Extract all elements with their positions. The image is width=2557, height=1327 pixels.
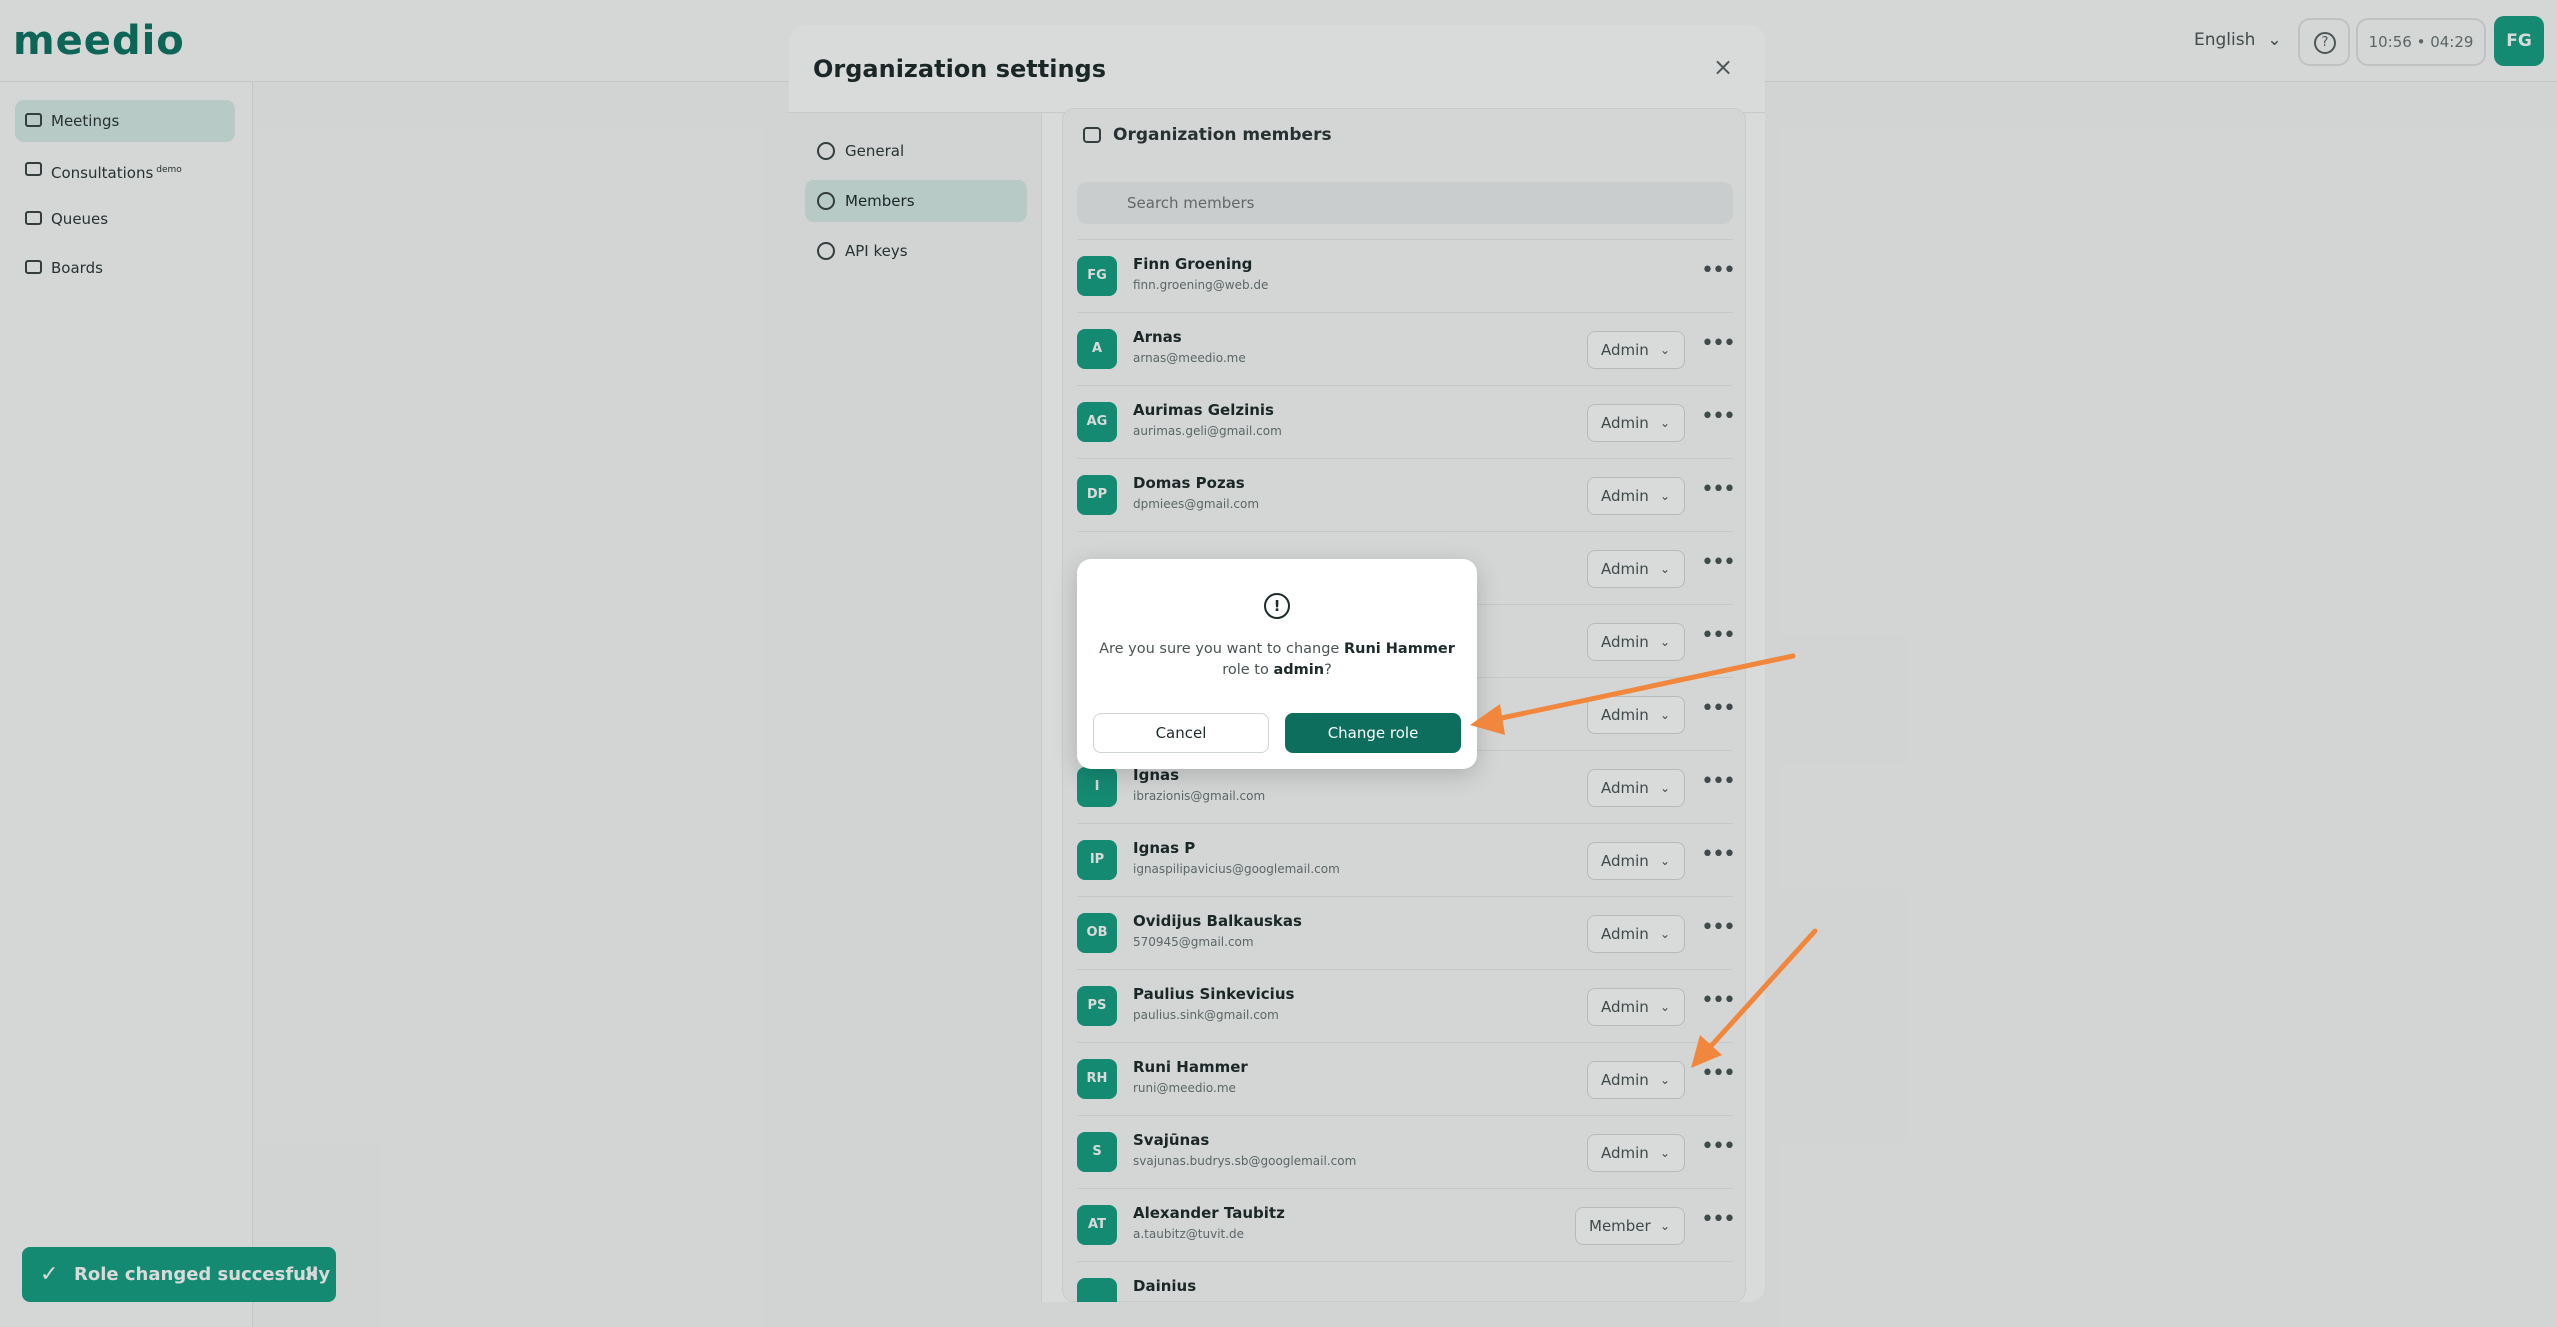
confirm-text-prefix: Are you sure you want to change [1099, 641, 1340, 657]
confirm-member-name: Runi Hammer [1343, 641, 1455, 657]
confirm-text-middle: role to [1222, 662, 1269, 678]
confirm-role-name: admin [1273, 662, 1325, 678]
confirm-text-suffix: ? [1324, 662, 1332, 678]
confirm-message: Are you sure you want to change Runi Ham… [1097, 639, 1457, 681]
confirm-dialog: ! Are you sure you want to change Runi H… [1077, 559, 1477, 769]
change-role-button[interactable]: Change role [1285, 713, 1461, 753]
cancel-button[interactable]: Cancel [1093, 713, 1269, 753]
alert-circle-icon: ! [1264, 593, 1290, 619]
